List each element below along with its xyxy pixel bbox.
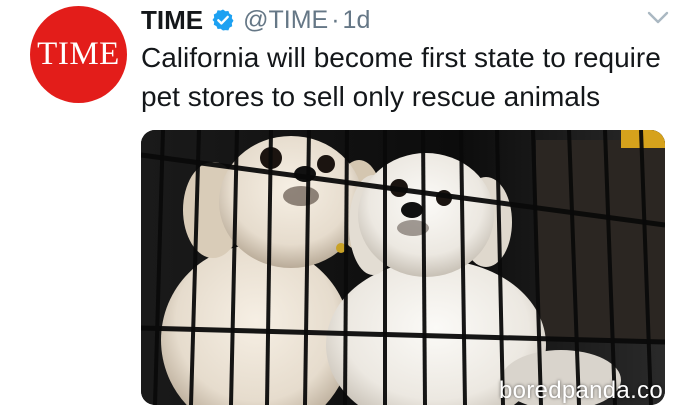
tweet-header: TIME @TIME · 1d [141, 3, 370, 37]
watermark-text: boredpanda.co [498, 377, 663, 404]
author-name[interactable]: TIME [141, 5, 203, 36]
verified-badge-icon [211, 8, 235, 32]
puppies-in-cage-image [141, 130, 665, 405]
avatar-logo-text: TIME [37, 36, 120, 72]
avatar[interactable]: TIME [30, 6, 127, 103]
author-handle[interactable]: @TIME [243, 6, 328, 35]
tweet-card[interactable]: TIME TIME @TIME · 1d California will bec… [0, 0, 700, 417]
chevron-down-icon[interactable] [647, 10, 669, 26]
meta-separator: · [331, 5, 340, 34]
tweet-timestamp[interactable]: 1d [343, 6, 371, 35]
tweet-photo[interactable]: boredpanda.co [141, 130, 665, 405]
tweet-text: California will become first state to re… [141, 42, 661, 112]
